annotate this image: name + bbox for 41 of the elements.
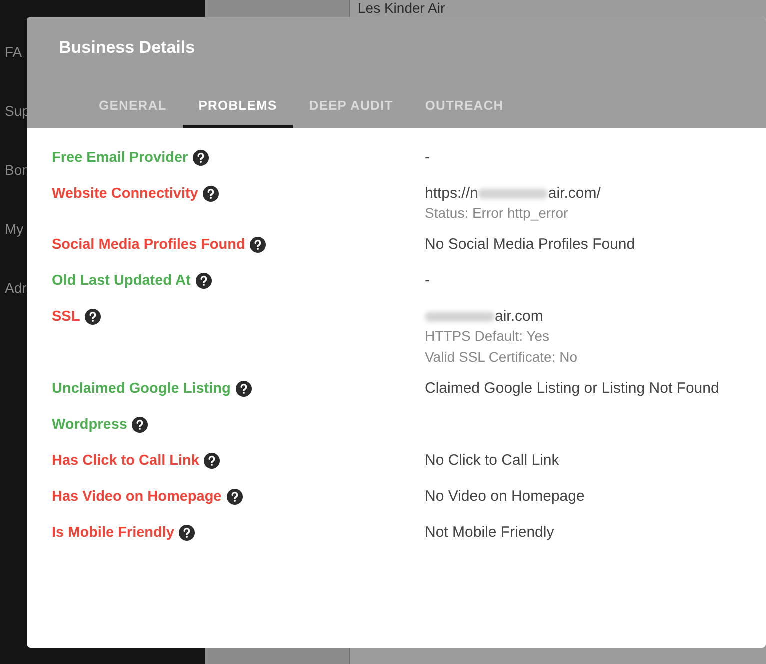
help-icon[interactable]: [85, 309, 102, 325]
problem-label: SSL: [52, 308, 80, 326]
problem-label: Social Media Profiles Found: [52, 236, 246, 254]
value-text: No Click to Call Link: [425, 452, 560, 470]
problem-label: Has Click to Call Link: [52, 452, 200, 470]
problem-label: Wordpress: [52, 416, 128, 434]
help-icon[interactable]: [226, 489, 243, 505]
help-icon[interactable]: [196, 273, 212, 289]
help-icon[interactable]: [193, 150, 210, 166]
problem-label: Free Email Provider: [52, 149, 188, 167]
redaction-mark: [425, 312, 495, 322]
value-text: Claimed Google Listing or Listing Not Found: [425, 380, 720, 398]
tab[interactable]: PROBLEMS: [182, 98, 294, 128]
problem-label: Unclaimed Google Listing: [52, 380, 231, 398]
problem-label: Old Last Updated At: [52, 272, 191, 290]
value-text: -: [425, 272, 430, 290]
dialog-title: Business Details: [58, 37, 196, 58]
problem-label: Is Mobile Friendly: [52, 524, 174, 542]
value-detail: Status: Error http_error: [425, 204, 570, 223]
value-text: air.com/: [548, 185, 601, 203]
problem-label: Website Connectivity: [52, 185, 198, 203]
redaction-mark: [478, 189, 548, 199]
value-text: air.com: [495, 308, 544, 326]
business-name: Les Kinder Air: [357, 0, 446, 16]
help-icon[interactable]: [132, 417, 148, 433]
problem-label: Has Video on Homepage: [52, 488, 222, 506]
tab[interactable]: DEEP AUDIT: [293, 98, 410, 128]
help-icon[interactable]: [179, 525, 196, 541]
value-detail: Valid SSL Certificate: No: [425, 348, 578, 367]
help-icon[interactable]: [250, 237, 266, 253]
help-icon[interactable]: [204, 453, 220, 469]
help-icon[interactable]: [203, 186, 220, 202]
value-text: https://n: [425, 185, 478, 203]
value-text: -: [425, 149, 430, 167]
help-icon[interactable]: [236, 381, 252, 397]
value-text: No Social Media Profiles Found: [425, 236, 636, 254]
value-text: No Video on Homepage: [425, 488, 585, 506]
tab[interactable]: OUTREACH: [409, 98, 520, 128]
tab[interactable]: GENERAL: [83, 98, 183, 128]
value-detail: HTTPS Default: Yes: [425, 327, 551, 346]
value-text: Not Mobile Friendly: [425, 524, 554, 542]
